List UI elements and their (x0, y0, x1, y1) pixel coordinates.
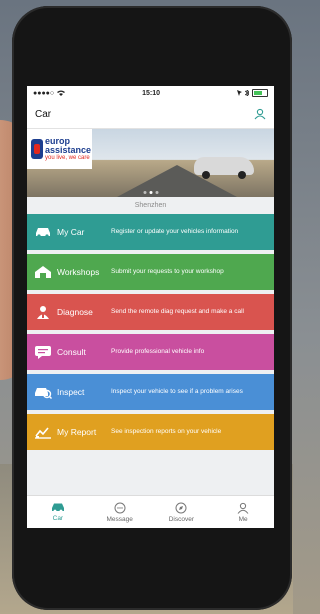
message-tab-icon (114, 502, 126, 513)
tab-label: Discover (168, 515, 195, 523)
tab-label: Me (238, 515, 248, 523)
carousel-dot-active[interactable] (149, 191, 152, 194)
menu-item-my-car[interactable]: My Car Register or update your vehicles … (27, 214, 274, 250)
tab-label: Car (52, 515, 64, 522)
menu-description: Send the remote diag request and make a … (111, 307, 244, 315)
menu-item-my-report[interactable]: My Report See inspection reports on your… (27, 414, 274, 450)
location-status-icon (236, 90, 242, 96)
menu-label: Diagnose (57, 307, 93, 317)
menu-label: Inspect (57, 387, 85, 397)
logo-line2: assistance (45, 145, 92, 155)
car-tab-icon (51, 503, 64, 513)
battery-icon (251, 89, 268, 97)
tab-bar: Car Message Discover Me (27, 495, 274, 528)
status-bar: ●●●●○ 15:10 (27, 86, 274, 100)
logo-tagline: you live, we care (45, 155, 90, 161)
menu-item-workshops[interactable]: Workshops Submit your requests to your w… (27, 254, 274, 290)
car-photo (194, 157, 254, 179)
car-icon (33, 224, 53, 240)
menu-description: See inspection reports on your vehicle (111, 427, 222, 435)
inspect-icon (33, 384, 53, 400)
report-icon (33, 424, 53, 440)
page-title: Car (35, 108, 52, 120)
consult-icon (33, 344, 53, 360)
menu-item-diagnose[interactable]: Diagnose Send the remote diag request an… (27, 294, 274, 330)
menu-description: Inspect your vehicle to see if a problem… (111, 387, 243, 395)
tab-message[interactable]: Message (92, 502, 147, 523)
promo-banner[interactable]: europ assistance you live, we care (27, 129, 274, 197)
bluetooth-icon (244, 90, 249, 96)
menu-label: My Car (57, 227, 85, 237)
nav-bar: Car (27, 100, 274, 129)
brand-mark-icon (31, 139, 43, 159)
user-profile-icon[interactable] (254, 108, 266, 120)
phone-frame: ●●●●○ 15:10 Car europ assistance you liv… (12, 6, 292, 610)
signal-indicator: ●●●●○ (33, 89, 55, 97)
wifi-icon (57, 90, 66, 96)
europ-assistance-logo: europ assistance you live, we care (27, 129, 92, 169)
person-tab-icon (237, 502, 249, 514)
service-menu: My Car Register or update your vehicles … (27, 214, 274, 450)
location-label: Shenzhen (134, 202, 167, 209)
menu-label: Consult (57, 347, 86, 357)
carousel-dot[interactable] (155, 191, 158, 194)
workshop-icon (33, 264, 53, 280)
status-time: 15:10 (142, 89, 161, 97)
diagnose-icon (33, 304, 53, 320)
tab-me[interactable]: Me (216, 502, 271, 523)
menu-item-inspect[interactable]: Inspect Inspect your vehicle to see if a… (27, 374, 274, 410)
tab-car[interactable]: Car (30, 502, 85, 522)
menu-item-consult[interactable]: Consult Provide professional vehicle inf… (27, 334, 274, 370)
menu-label: Workshops (57, 267, 100, 277)
menu-description: Register or update your vehicles informa… (111, 227, 239, 235)
carousel-dots[interactable] (143, 191, 158, 194)
menu-description: Provide professional vehicle info (111, 347, 205, 355)
app-screen: ●●●●○ 15:10 Car europ assistance you liv… (27, 86, 274, 528)
compass-tab-icon (175, 502, 187, 513)
tab-label: Message (106, 515, 133, 523)
tab-discover[interactable]: Discover (154, 502, 209, 523)
menu-label: My Report (57, 427, 97, 437)
carousel-dot[interactable] (143, 191, 146, 194)
menu-description: Submit your requests to your workshop (111, 267, 224, 275)
